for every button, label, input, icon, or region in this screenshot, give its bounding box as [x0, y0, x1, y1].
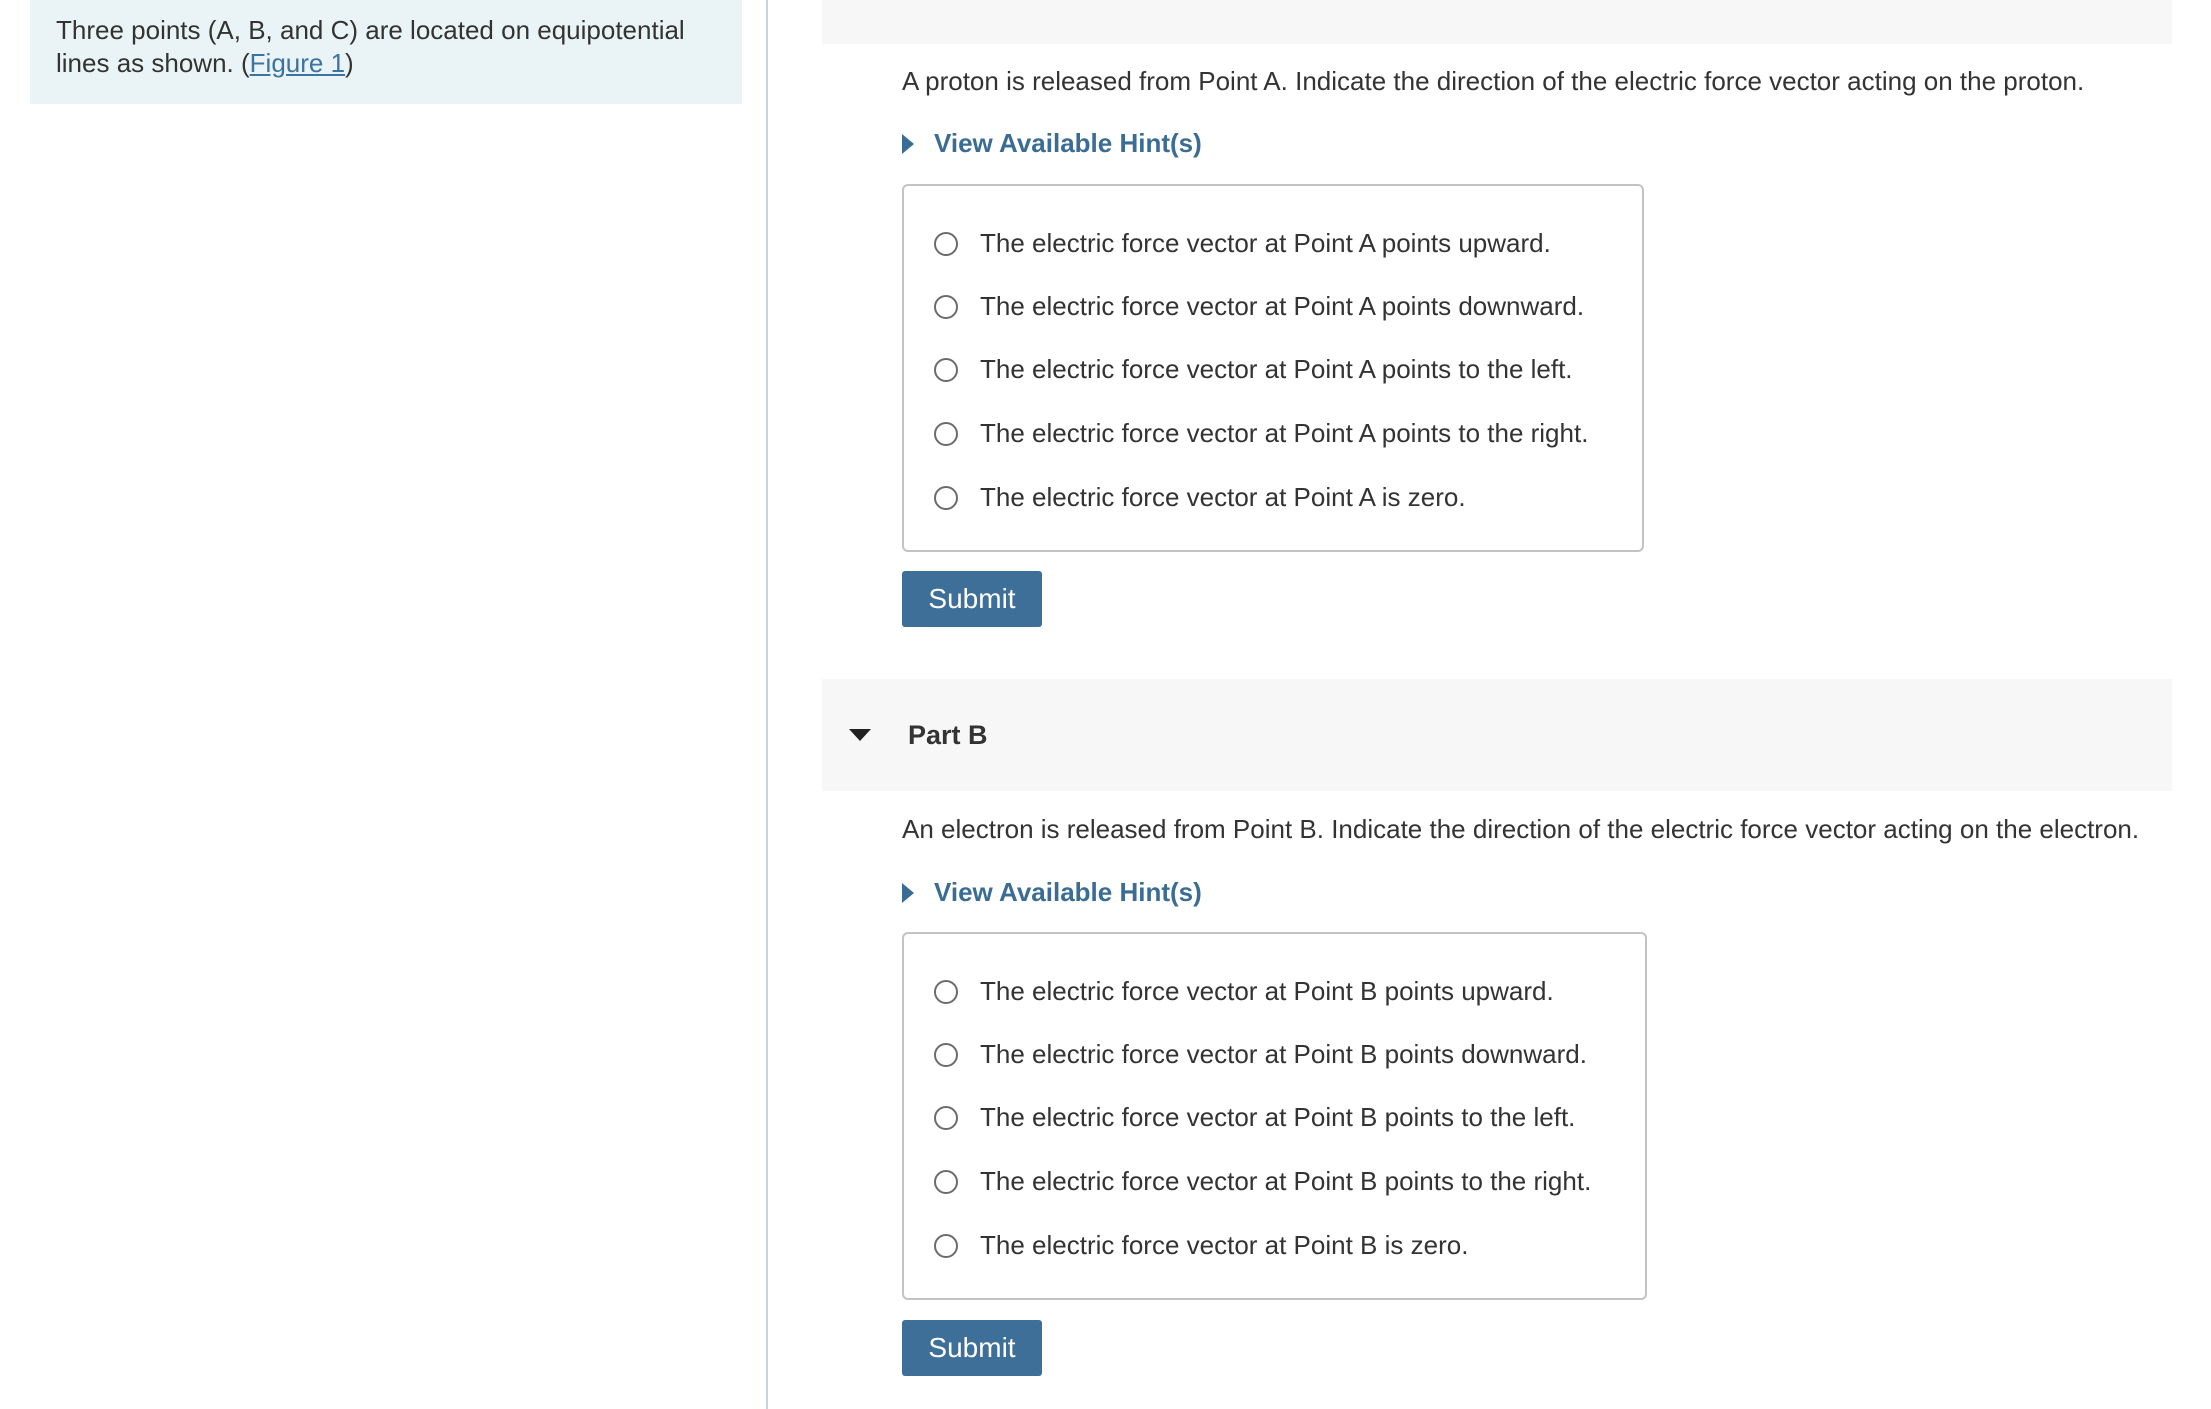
- part-a-option-right[interactable]: The electric force vector at Point A poi…: [934, 418, 1588, 449]
- part-a-option-left[interactable]: The electric force vector at Point A poi…: [934, 354, 1573, 385]
- hint-label: View Available Hint(s): [934, 128, 1202, 158]
- part-b-title: Part B: [908, 719, 988, 750]
- radio-unchecked-icon[interactable]: [934, 979, 958, 1004]
- part-b-option-left[interactable]: The electric force vector at Point B poi…: [934, 1102, 1575, 1133]
- part-a-option-downward[interactable]: The electric force vector at Point A poi…: [934, 291, 1584, 322]
- radio-unchecked-icon[interactable]: [934, 1105, 958, 1130]
- part-a-options: The electric force vector at Point A poi…: [902, 184, 1644, 552]
- radio-unchecked-icon[interactable]: [934, 1169, 958, 1194]
- caret-right-icon: [902, 882, 914, 903]
- option-label: The electric force vector at Point A poi…: [980, 228, 1551, 258]
- part-b-option-upward[interactable]: The electric force vector at Point B poi…: [934, 976, 1554, 1007]
- part-a-question: A proton is released from Point A. Indic…: [902, 66, 2085, 96]
- option-label: The electric force vector at Point B poi…: [980, 1166, 1592, 1196]
- option-label: The electric force vector at Point B is …: [980, 1230, 1469, 1260]
- caret-down-icon: [849, 729, 871, 741]
- part-a-header: [822, 0, 2172, 44]
- radio-unchecked-icon[interactable]: [934, 1042, 958, 1067]
- part-b-option-right[interactable]: The electric force vector at Point B poi…: [934, 1166, 1591, 1197]
- problem-intro: Three points (A, B, and C) are located o…: [30, 0, 742, 104]
- option-label: The electric force vector at Point A poi…: [980, 291, 1585, 321]
- part-b-header[interactable]: Part B: [822, 679, 2172, 791]
- part-b-submit-button[interactable]: Submit: [902, 1320, 1042, 1376]
- part-b-options: The electric force vector at Point B poi…: [902, 932, 1647, 1300]
- radio-unchecked-icon[interactable]: [934, 421, 958, 446]
- hint-label: View Available Hint(s): [934, 877, 1202, 907]
- radio-unchecked-icon[interactable]: [934, 485, 958, 510]
- option-label: The electric force vector at Point A poi…: [980, 354, 1573, 384]
- option-label: The electric force vector at Point A poi…: [980, 418, 1589, 448]
- part-b-option-zero[interactable]: The electric force vector at Point B is …: [934, 1230, 1468, 1261]
- radio-unchecked-icon[interactable]: [934, 294, 958, 319]
- radio-unchecked-icon[interactable]: [934, 357, 958, 382]
- part-b-question: An electron is released from Point B. In…: [902, 814, 2140, 844]
- caret-right-icon: [902, 133, 914, 154]
- part-a-option-zero[interactable]: The electric force vector at Point A is …: [934, 482, 1466, 513]
- page: Three points (A, B, and C) are located o…: [0, 0, 2211, 1409]
- intro-text: Three points (A, B, and C) are located o…: [56, 15, 685, 78]
- part-a-submit-button[interactable]: Submit: [902, 571, 1042, 627]
- part-b-hint-toggle[interactable]: View Available Hint(s): [902, 877, 1202, 908]
- option-label: The electric force vector at Point B poi…: [980, 1039, 1587, 1069]
- option-label: The electric force vector at Point B poi…: [980, 976, 1554, 1006]
- option-label: The electric force vector at Point A is …: [980, 482, 1466, 512]
- part-b-option-downward[interactable]: The electric force vector at Point B poi…: [934, 1039, 1587, 1070]
- left-panel: Three points (A, B, and C) are located o…: [0, 0, 768, 1409]
- option-label: The electric force vector at Point B poi…: [980, 1102, 1576, 1132]
- intro-text-end: ): [345, 48, 354, 78]
- figure-link[interactable]: Figure 1: [250, 48, 345, 78]
- radio-unchecked-icon[interactable]: [934, 231, 958, 256]
- right-panel: A proton is released from Point A. Indic…: [822, 0, 2172, 1409]
- part-a-option-upward[interactable]: The electric force vector at Point A poi…: [934, 228, 1551, 259]
- radio-unchecked-icon[interactable]: [934, 1233, 958, 1258]
- part-a-hint-toggle[interactable]: View Available Hint(s): [902, 128, 1202, 159]
